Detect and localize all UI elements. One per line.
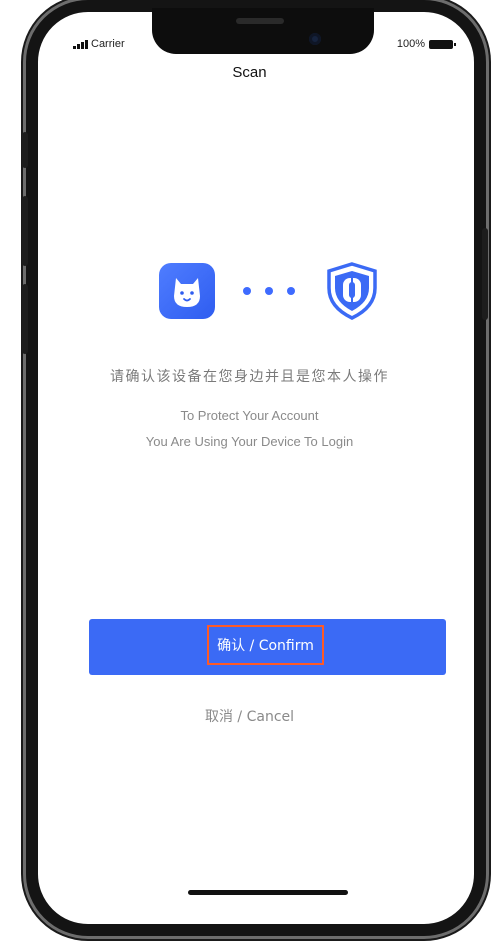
ellipsis-dots-icon [243,287,295,295]
battery-percent: 100% [396,38,425,50]
front-camera [309,33,321,45]
home-indicator[interactable] [188,890,348,895]
power-button [482,228,488,320]
mute-switch [22,132,28,168]
protect-account-text: To Protect Your Account [180,408,319,423]
confirm-button[interactable]: 确认 / Confirm [89,619,446,675]
status-bar-left: Carrier [73,38,125,50]
signal-icon [73,39,88,49]
confirm-button-label: 确认 / Confirm [207,625,324,665]
battery-icon [429,39,456,49]
cancel-link[interactable]: 取消 / Cancel [0,706,499,726]
carrier-label: Carrier [91,38,125,50]
volume-up-button [22,196,28,266]
dog-face-icon [159,263,215,319]
phone-frame [26,0,486,936]
device-login-text: You Are Using Your Device To Login [145,434,354,449]
page-title: Scan [232,64,267,81]
notch [152,8,374,54]
shield-icon [326,262,378,320]
speaker [236,18,284,24]
volume-down-button [22,284,28,354]
confirm-instruction-cn: 请确认该设备在您身边并且是您本人操作 [110,369,389,385]
status-bar-right: 100% [396,38,456,50]
